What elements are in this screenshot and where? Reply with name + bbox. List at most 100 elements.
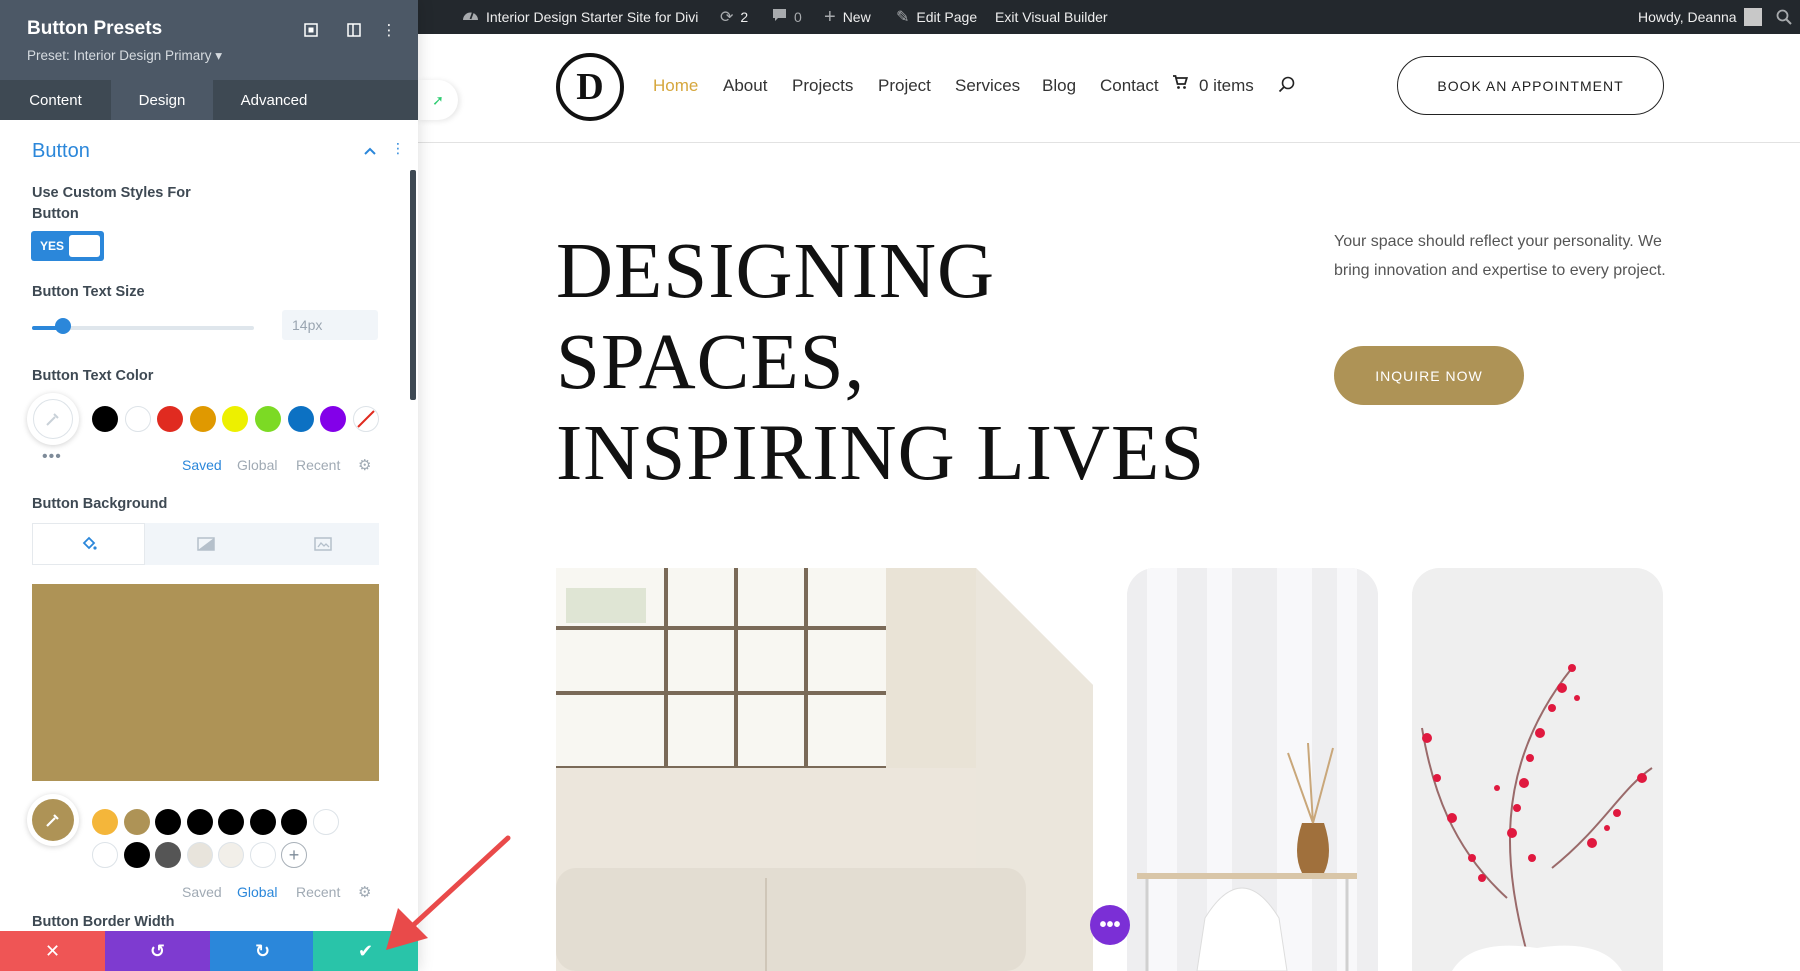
more-options-icon[interactable]: ⋮ — [378, 19, 400, 41]
color-swatch[interactable] — [92, 842, 118, 868]
site-name-link[interactable]: Interior Design Starter Site for Divi — [462, 0, 698, 34]
site-logo[interactable]: D — [556, 53, 624, 121]
color-swatch[interactable] — [218, 842, 244, 868]
tab-advanced[interactable]: Advanced — [213, 80, 335, 120]
settings-panel: Button Presets Preset: Interior Design P… — [0, 0, 418, 971]
palette-tab-saved[interactable]: Saved — [182, 457, 222, 473]
hero-line: INSPIRING LIVES — [556, 408, 1205, 499]
book-appointment-button[interactable]: BOOK AN APPOINTMENT — [1397, 56, 1664, 115]
color-swatch[interactable] — [288, 406, 314, 432]
background-color-picker[interactable] — [27, 794, 79, 846]
color-swatch[interactable] — [124, 842, 150, 868]
color-swatch[interactable] — [320, 406, 346, 432]
nav-blog[interactable]: Blog — [1042, 76, 1076, 96]
tab-content[interactable]: Content — [0, 80, 111, 120]
palette-tab-saved[interactable]: Saved — [182, 884, 222, 900]
background-color-preview[interactable] — [32, 584, 379, 781]
save-button[interactable]: ✔ — [313, 931, 418, 971]
nav-home[interactable]: Home — [653, 76, 698, 96]
gear-icon[interactable]: ⚙ — [358, 456, 371, 474]
palette-tab-recent[interactable]: Recent — [296, 884, 340, 900]
text-size-input[interactable]: 14px — [282, 310, 378, 340]
color-swatch[interactable] — [353, 406, 379, 432]
color-swatch[interactable] — [218, 809, 244, 835]
gradient-icon[interactable] — [149, 523, 262, 565]
color-swatch[interactable] — [92, 406, 118, 432]
color-swatch[interactable] — [313, 809, 339, 835]
updates-link[interactable]: ⟳ 2 — [720, 0, 748, 34]
slider-handle[interactable] — [55, 318, 71, 334]
cart-icon[interactable] — [1172, 74, 1188, 95]
edit-page-label: Edit Page — [916, 9, 977, 25]
nav-services[interactable]: Services — [955, 76, 1020, 96]
search-icon[interactable] — [1278, 76, 1296, 99]
updates-count: 2 — [740, 9, 748, 25]
background-label: Button Background — [32, 494, 167, 515]
custom-styles-toggle[interactable]: YES — [31, 231, 104, 261]
comment-icon — [772, 8, 787, 27]
palette-tab-recent[interactable]: Recent — [296, 457, 340, 473]
split-view-icon[interactable] — [343, 19, 365, 41]
chevron-up-icon[interactable] — [364, 142, 376, 158]
admin-search-icon[interactable] — [1776, 0, 1792, 34]
color-swatch[interactable] — [190, 406, 216, 432]
eyedropper-icon — [33, 399, 73, 439]
panel-scrollbar[interactable] — [410, 170, 416, 400]
panel-title: Button Presets — [27, 18, 162, 40]
color-swatch[interactable] — [250, 809, 276, 835]
image-icon[interactable] — [266, 523, 379, 565]
refresh-icon: ⟳ — [720, 7, 733, 27]
color-swatch[interactable] — [155, 842, 181, 868]
nav-project[interactable]: Project — [878, 76, 931, 96]
nav-contact[interactable]: Contact — [1100, 76, 1159, 96]
color-swatch[interactable] — [125, 406, 151, 432]
tab-design[interactable]: Design — [111, 80, 213, 120]
inquire-now-button[interactable]: INQUIRE NOW — [1334, 346, 1524, 405]
cart-link[interactable]: 0 items — [1199, 76, 1254, 96]
redo-icon: ↻ — [255, 941, 270, 962]
exit-builder-label: Exit Visual Builder — [995, 9, 1108, 25]
palette-tab-global[interactable]: Global — [237, 457, 277, 473]
more-colors-icon[interactable]: ••• — [42, 448, 62, 466]
fullscreen-icon[interactable] — [300, 19, 322, 41]
panel-collapse-tab[interactable]: ➚ — [418, 80, 458, 120]
section-menu-icon[interactable]: ⋮ — [391, 140, 405, 157]
color-swatch[interactable] — [157, 406, 183, 432]
add-color-icon[interactable]: + — [281, 842, 307, 868]
comments-link[interactable]: 0 — [772, 0, 802, 34]
nav-projects[interactable]: Projects — [792, 76, 853, 96]
gear-icon[interactable]: ⚙ — [358, 883, 371, 901]
panel-header: Button Presets Preset: Interior Design P… — [0, 0, 418, 80]
color-swatch[interactable] — [124, 809, 150, 835]
edit-page-link[interactable]: ✎ Edit Page — [896, 0, 977, 34]
color-swatch[interactable] — [222, 406, 248, 432]
text-color-label: Button Text Color — [32, 366, 153, 387]
new-content-link[interactable]: + New — [824, 0, 871, 34]
color-swatch[interactable] — [255, 406, 281, 432]
redo-button[interactable]: ↻ — [210, 931, 315, 971]
interior-image — [556, 568, 1093, 971]
color-swatch[interactable] — [250, 842, 276, 868]
text-color-picker[interactable] — [27, 393, 79, 445]
hero-description: Your space should reflect your personali… — [1334, 227, 1674, 285]
color-swatch[interactable] — [187, 809, 213, 835]
paint-bucket-icon[interactable] — [32, 523, 145, 565]
builder-options-button[interactable]: ••• — [1090, 905, 1130, 945]
palette-tab-global[interactable]: Global — [237, 884, 277, 900]
greeting-label: Howdy, Deanna — [1638, 9, 1737, 25]
arrow-icon: ➚ — [432, 92, 444, 109]
eyedropper-icon — [32, 799, 74, 841]
color-swatch[interactable] — [155, 809, 181, 835]
color-swatch[interactable] — [187, 842, 213, 868]
nav-about[interactable]: About — [723, 76, 767, 96]
section-title[interactable]: Button — [32, 140, 90, 163]
preset-selector[interactable]: Preset: Interior Design Primary ▾ — [27, 48, 222, 64]
hero-line: SPACES, — [556, 317, 1205, 408]
color-swatch[interactable] — [281, 809, 307, 835]
undo-button[interactable]: ↺ — [105, 931, 210, 971]
cancel-button[interactable]: ✕ — [0, 931, 105, 971]
account-menu[interactable]: Howdy, Deanna — [1638, 0, 1762, 34]
exit-visual-builder-link[interactable]: Exit Visual Builder — [995, 0, 1108, 34]
color-swatch[interactable] — [92, 809, 118, 835]
panel-tabs: Content Design Advanced — [0, 80, 418, 120]
